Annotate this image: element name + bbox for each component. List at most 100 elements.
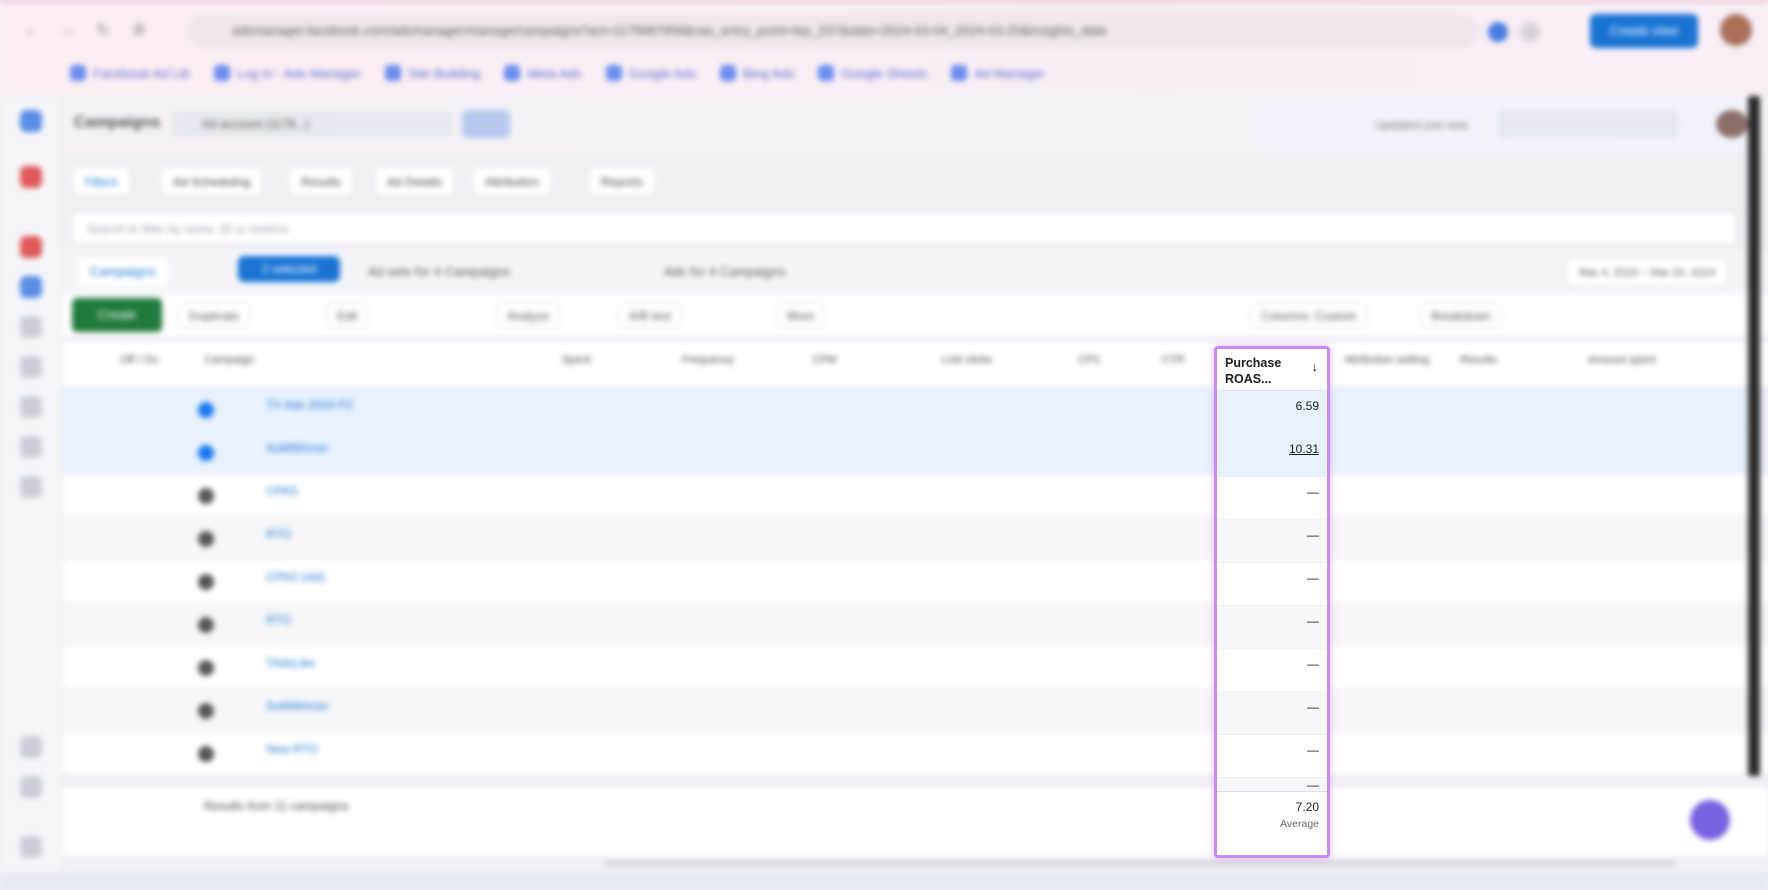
column-header[interactable]: CPC [1078,354,1101,366]
toggle-switch[interactable] [198,445,214,461]
bookmark-item[interactable]: Site Building [385,60,480,86]
campaign-name-link[interactable]: CPAS (old) [266,570,325,584]
column-header[interactable]: CPM [812,354,836,366]
campaign-name-link[interactable]: SoMWinner [266,441,329,455]
user-avatar[interactable] [1716,110,1748,138]
bookmark-item[interactable]: Ad Manager [951,60,1045,86]
campaign-name-link[interactable]: TAdsLike [266,656,315,670]
roas-cell[interactable]: 10.31 [1217,434,1327,477]
billing-icon[interactable] [20,436,42,458]
campaigns-icon[interactable] [20,276,42,298]
table-row[interactable]: SoMWinner [62,689,1768,732]
help-chat-button[interactable] [1690,800,1730,840]
create-button[interactable]: Create [72,298,162,332]
column-header[interactable]: CTR [1162,354,1185,366]
table-row[interactable]: RTO [62,603,1768,646]
column-header[interactable]: Campaign [204,354,254,366]
campaign-name-link[interactable]: New RTO [266,742,318,756]
duplicate-button[interactable]: Duplicate [178,302,251,328]
search-input[interactable]: Search to filter by name, ID or metrics [72,212,1736,244]
column-header[interactable]: Off / On [120,354,158,366]
table-row[interactable]: CPAS (old) [62,560,1768,603]
create-view-button[interactable]: Create view [1590,14,1698,48]
reports-icon[interactable] [20,316,42,338]
audiences-icon[interactable] [20,356,42,378]
toggle-switch[interactable] [198,617,214,633]
toggle-switch[interactable] [198,574,214,590]
analyze-button[interactable]: Analyze [496,302,561,328]
browser-profile-avatar[interactable] [1720,14,1752,46]
forward-icon[interactable]: → [56,20,78,42]
campaign-name-link[interactable]: RTO [266,527,291,541]
roas-cell-link[interactable]: 10.31 [1289,442,1319,456]
more-button[interactable]: More [776,302,826,328]
tab-ad-sets[interactable]: Ad sets for 4 Campaigns [356,258,522,286]
filter-chip[interactable]: Ad Details [374,166,455,196]
column-header[interactable]: Link clicks [942,354,992,366]
extension-icon-2[interactable] [1520,22,1540,42]
tab-ads[interactable]: Ads for 4 Campaigns [652,258,797,286]
events-icon[interactable] [20,476,42,498]
meta-logo-icon[interactable] [20,110,42,132]
selected-count-badge[interactable]: 2 selected [238,256,340,282]
purchase-roas-header[interactable]: Purchase ROAS... ↓ [1217,349,1327,391]
date-range-picker[interactable]: Mar 4, 2024 – Mar 20, 2024 [1566,258,1728,286]
filter-chip[interactable]: Filters [72,166,131,196]
table-row[interactable]: CPAS [62,474,1768,517]
filter-chip[interactable]: Reports [588,166,657,196]
settings-icon[interactable] [20,396,42,418]
column-header[interactable]: Spent [562,354,591,366]
extension-icon[interactable] [1488,22,1508,42]
filter-chip[interactable]: Attribution [472,166,553,196]
column-header[interactable]: Results [1460,354,1497,366]
bookmark-item[interactable]: Facebook Ad Lib [70,60,190,86]
filter-chip[interactable]: Ad Scheduling [160,166,264,196]
notifications-icon[interactable] [20,166,42,188]
account-selector[interactable]: Ad account (1179...) [172,110,452,138]
toggle-switch[interactable] [198,531,214,547]
bookmark-favicon-icon [605,65,622,81]
campaign-name-link[interactable]: RTO [266,613,291,627]
alerts-icon[interactable] [20,236,42,258]
table-row[interactable]: TAdsLike [62,646,1768,689]
help-icon[interactable] [20,776,42,798]
purchase-roas-column: Purchase ROAS... ↓ 6.59 10.31 — — — — — … [1214,346,1330,858]
tab-campaigns[interactable]: Campaigns [78,258,168,286]
address-bar[interactable]: adsmanager.facebook.com/adsmanager/manag… [188,14,1478,48]
sort-desc-icon[interactable]: ↓ [1312,359,1319,374]
table-row[interactable]: SoMWinner [62,431,1768,474]
column-header[interactable]: Amount spent [1588,354,1656,366]
table-row[interactable]: RTO [62,517,1768,560]
draft-selector[interactable] [1498,110,1678,138]
back-icon[interactable]: ← [20,20,42,42]
bookmark-item[interactable]: Google Ads [605,60,696,86]
bookmark-item[interactable]: Log In - Ads Manager [213,60,361,86]
toggle-switch[interactable] [198,488,214,504]
toggle-switch[interactable] [198,402,214,418]
view-toggle[interactable] [462,110,510,138]
horizontal-scrollbar[interactable] [605,860,1675,867]
bookmark-item[interactable]: Bing Ads [719,60,794,86]
columns-dropdown[interactable]: Columns: Custom [1250,302,1368,328]
campaign-name-link[interactable]: TV Ads 2024 P2 [266,398,353,412]
menu-grid-icon[interactable] [20,836,42,858]
filter-chip[interactable]: Results [288,166,355,196]
campaign-name-link[interactable]: CPAS [266,484,298,498]
bookmark-item[interactable]: Meta Ads [504,60,582,86]
vertical-scrollbar[interactable] [1748,96,1760,776]
ab-test-button[interactable]: A/B test [618,302,683,328]
edit-button[interactable]: Edit [326,302,369,328]
toggle-switch[interactable] [198,703,214,719]
toggle-switch[interactable] [198,660,214,676]
site-info-icon[interactable]: ⚙ [128,20,150,42]
bookmark-item[interactable]: Google Sheets [818,60,927,86]
column-header[interactable]: Frequency [682,354,734,366]
campaign-name-link[interactable]: SoMWinner [266,699,329,713]
table-row[interactable]: New RTO [62,732,1768,775]
column-header[interactable]: Attribution setting [1344,354,1429,366]
search-icon[interactable] [20,736,42,758]
breakdown-dropdown[interactable]: Breakdown [1420,302,1503,328]
toggle-switch[interactable] [198,746,214,762]
reload-icon[interactable]: ↻ [92,20,114,42]
table-row[interactable]: TV Ads 2024 P2 [62,388,1768,431]
